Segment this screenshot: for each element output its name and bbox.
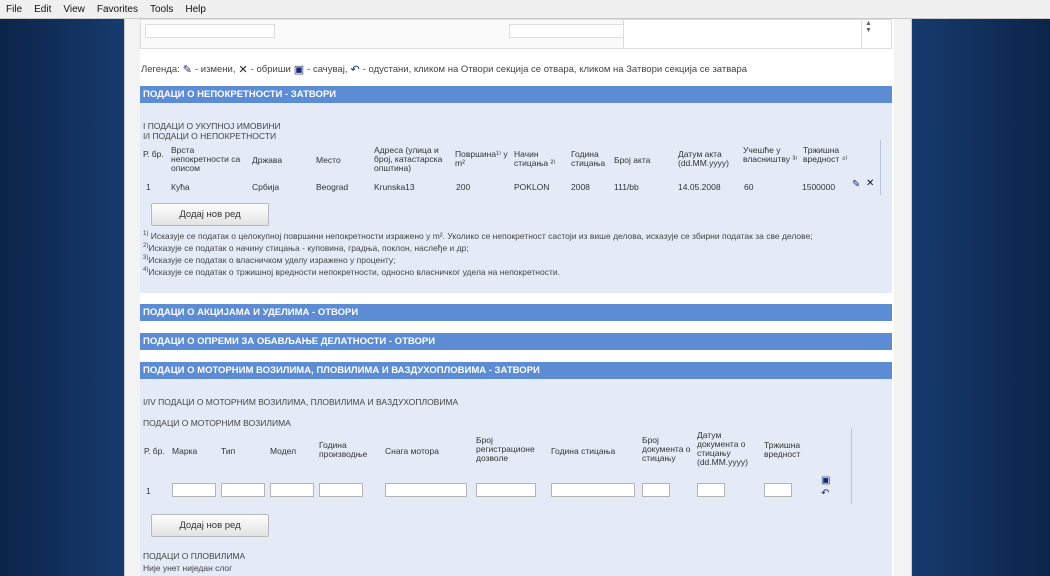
vcol-market-value: Тржишна вредност (764, 440, 801, 459)
col-country: Држава (252, 155, 283, 165)
property-note-4: 4)Исказује се податак о тржишној вреднос… (143, 267, 560, 277)
col-address: Адреса (улица и број, катастарска општин… (374, 145, 443, 173)
acquisition-year-input[interactable] (551, 483, 635, 497)
col-property-type: Врста непокретности са описом (171, 145, 241, 173)
make-input[interactable] (172, 483, 216, 497)
cell-country: Србија (252, 182, 280, 192)
cell-property-type: Кућа (171, 182, 190, 192)
vcol-engine-power: Снага мотора (385, 446, 439, 456)
property-section-header[interactable]: ПОДАЦИ О НЕПОКРЕТНОСТИ - ЗАТВОРИ (140, 86, 892, 103)
col-act-number: Број акта (614, 155, 651, 165)
vehicles-sub-1: I/IV ПОДАЦИ О МОТОРНИМ ВОЗИЛИМА, ПЛОВИЛИ… (143, 397, 459, 407)
menu-favorites[interactable]: Favorites (97, 4, 138, 15)
col-acquisition-method: Начин стицања ²⁾ (514, 149, 556, 168)
vcol-production-year: Година производње (319, 440, 368, 459)
col-place: Место (316, 155, 341, 165)
col-act-date: Датум акта (dd.MM.yyyy) (678, 149, 729, 168)
property-note-1: 1) Исказује се податак о целокупној повр… (143, 231, 813, 241)
col-ownership-share: Учешће у власништву ³⁾ (743, 145, 798, 164)
edit-icon: ✎ (182, 64, 192, 76)
cell-area: 200 (456, 182, 471, 192)
vcol-no: Р. бр. (144, 446, 165, 456)
engine-power-input[interactable] (385, 483, 467, 497)
market-value-input[interactable] (764, 483, 792, 497)
menu-help[interactable]: Help (185, 4, 206, 15)
equipment-section-header[interactable]: ПОДАЦИ О ОПРЕМИ ЗА ОБАВЉАЊЕ ДЕЛАТНОСТИ -… (140, 333, 892, 350)
vehicles-sub-2: ПОДАЦИ О МОТОРНИМ ВОЗИЛИМА (143, 418, 291, 428)
menu-file[interactable]: File (6, 4, 22, 15)
col-acquisition-year: Година стицања (571, 149, 606, 168)
shares-section-header[interactable]: ПОДАЦИ О АКЦИЈАМА И УДЕЛИМА - ОТВОРИ (140, 304, 892, 321)
vehicles-add-row-button[interactable]: Додај нов ред (151, 514, 269, 537)
previous-field-1[interactable] (145, 24, 275, 38)
close-icon: ✕ (238, 64, 248, 76)
legend-delete: - обриши (250, 64, 291, 75)
vcol-registration-number: Број регистрационе дозволе (476, 435, 535, 463)
textarea-scrollbar[interactable]: ▲ ▼ (861, 20, 875, 48)
registration-number-input[interactable] (476, 483, 536, 497)
cell-address: Krunska13 (374, 182, 415, 192)
legend-edit: - измени, (195, 64, 236, 75)
vcol-document-number: Број документа о стицању (642, 435, 691, 463)
type-input[interactable] (221, 483, 265, 497)
document-number-input[interactable] (642, 483, 670, 497)
property-add-row-button[interactable]: Додај нов ред (151, 203, 269, 226)
cell-acquisition-year: 2008 (571, 182, 590, 192)
close-icon[interactable]: ✕ (866, 178, 874, 189)
menu-edit[interactable]: Edit (34, 4, 51, 15)
save-icon[interactable]: ▣ (821, 475, 830, 486)
col-no: Р. бр. (143, 149, 164, 159)
previous-section-box: ▲ ▼ (140, 19, 892, 49)
vcol-model: Модел (270, 446, 297, 456)
undo-icon[interactable]: ↶ (821, 488, 829, 499)
vehicles-section-header[interactable]: ПОДАЦИ О МОТОРНИМ ВОЗИЛИМА, ПЛОВИЛИМА И … (140, 362, 892, 379)
menu-view[interactable]: View (63, 4, 85, 15)
col-area: Површина¹⁾ у m² (455, 149, 508, 168)
model-input[interactable] (270, 483, 314, 497)
property-note-2: 2)Исказује се податак о начину стицања -… (143, 243, 469, 253)
previous-textarea[interactable] (623, 20, 891, 48)
menu-tools[interactable]: Tools (150, 4, 173, 15)
desktop-background-right (912, 19, 1050, 576)
cell-no: 1 (146, 182, 151, 192)
legend-save: - сачувај, (307, 64, 348, 75)
legend-prefix: Легенда: (141, 64, 180, 75)
cell-ownership-share: 60 (744, 182, 754, 192)
vcol-document-date: Датум документа о стицању (dd.MM.yyyy) (697, 430, 748, 467)
vcol-type: Тип (221, 446, 236, 456)
vcol-acquisition-year: Година стицања (551, 446, 616, 456)
document-date-input[interactable] (697, 483, 725, 497)
production-year-input[interactable] (319, 483, 363, 497)
legend-cancel: - одустани, кликом на Отвори секција се … (362, 64, 748, 75)
edit-icon[interactable]: ✎ (852, 179, 860, 190)
vcol-make: Марка (172, 446, 198, 456)
desktop-background-left (0, 19, 124, 576)
boats-title: ПОДАЦИ О ПЛОВИЛИМА (143, 551, 246, 561)
save-icon: ▣ (293, 64, 305, 76)
cell-market-value: 1500000 (802, 182, 836, 192)
cell-act-date: 14.05.2008 (678, 182, 721, 192)
cell-acquisition-method: POKLON (514, 182, 550, 192)
legend: Легенда: ✎ - измени, ✕ - обриши ▣ - сачу… (141, 63, 747, 76)
menu-bar: File Edit View Favorites Tools Help (0, 0, 1050, 19)
boats-empty-message: Није унет ниједан слог (143, 563, 233, 573)
cell-act-number: 111/bb (614, 182, 639, 192)
cell-place: Beograd (316, 182, 349, 192)
property-sub-1: I ПОДАЦИ О УКУПНОЈ ИМОВИНИ (143, 121, 281, 131)
col-market-value: Тржишна вредност ⁴⁾ (803, 145, 848, 164)
vcell-no: 1 (146, 486, 151, 496)
property-note-3: 3)Исказује се податак о власничком уделу… (143, 255, 396, 265)
undo-icon: ↶ (350, 64, 360, 76)
